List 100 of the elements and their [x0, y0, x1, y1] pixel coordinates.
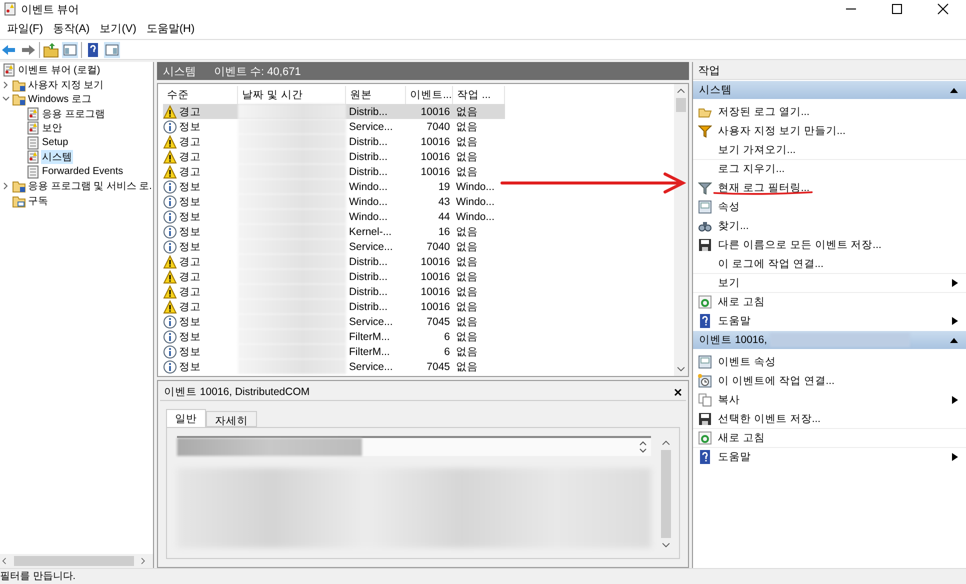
action-item[interactable]: 이 이벤트에 작업 연결... [718, 374, 835, 388]
table-cell-text: 10016 [420, 270, 451, 284]
action-item[interactable]: 찾기... [718, 218, 749, 232]
tab[interactable]: 일반 [166, 409, 206, 427]
table-cell-text: 10016 [420, 254, 451, 269]
scrollbar-thumb[interactable] [661, 450, 671, 538]
table-cell-text: 43 [437, 194, 451, 209]
table-cell-text: 10016 [420, 164, 451, 179]
warning-icon [163, 254, 177, 268]
table-cell-text: Windo... [455, 210, 496, 224]
action-item[interactable]: 저장된 로그 열기... [718, 104, 810, 118]
tree-item[interactable]: Setup [41, 137, 70, 148]
table-cell-text: 10016 [420, 104, 451, 119]
submenu-arrow-icon [952, 453, 958, 461]
help-icon [698, 450, 712, 464]
folder-icon [12, 78, 26, 92]
tree-item[interactable]: 응용 프로그램 및 서비스 로. [27, 179, 153, 194]
table-cell-text: 7045 [426, 314, 451, 329]
warning-icon [163, 134, 177, 148]
tree-item[interactable]: 보안 [41, 121, 63, 136]
log-icon [26, 164, 40, 179]
level-text: 정보 [179, 180, 201, 194]
table-cell-text: 7040 [426, 240, 451, 254]
action-item[interactable]: 도움말 [718, 314, 751, 328]
tree-item[interactable]: 구독 [27, 194, 49, 208]
event-row[interactable]: 경고 Distrib... 10016 없음 [163, 104, 505, 119]
info-icon [163, 210, 177, 224]
scrollbar-thumb[interactable] [14, 556, 134, 566]
action-item[interactable]: 사용자 지정 보기 만들기... [718, 124, 846, 138]
level-text: 정보 [179, 194, 201, 208]
table-cell-text: Service... [348, 314, 394, 329]
tree-item[interactable]: 시스템 [41, 150, 73, 164]
collapse-caret-icon[interactable] [950, 337, 958, 343]
action-item[interactable]: 다른 이름으로 모든 이벤트 저장... [718, 238, 882, 252]
menu-item[interactable]: 파일(F) [2, 21, 48, 36]
menu-item[interactable]: 도움말(H) [141, 21, 200, 36]
log-icon [26, 106, 40, 121]
action-item[interactable]: 이 로그에 작업 연결... [718, 256, 824, 270]
table-cell-text: FilterM... [348, 330, 391, 344]
level-text: 경고 [179, 104, 201, 118]
menu-item[interactable]: 동작(A) [48, 21, 95, 36]
action-item[interactable]: 보기 [718, 276, 740, 290]
tree-item[interactable]: 응용 프로그램 [41, 106, 106, 121]
submenu-arrow-icon [952, 316, 958, 324]
panel-icon[interactable] [104, 42, 120, 58]
action-item[interactable]: 보기 가져오기... [718, 142, 796, 156]
panel-icon[interactable] [62, 42, 78, 58]
table-cell-text: Distrib... [348, 164, 389, 179]
action-item[interactable]: 현재 로그 필터링... [718, 180, 810, 194]
tree-item[interactable]: 사용자 지정 보기 [27, 78, 105, 92]
table-cell-text: 없음 [455, 164, 479, 179]
action-item[interactable]: 로그 지우기... [718, 162, 785, 176]
tree-item[interactable]: 이벤트 뷰어 (로컬) [17, 63, 102, 78]
tab[interactable]: 자세히 [206, 411, 257, 427]
action-item[interactable]: 이벤트 속성 [718, 354, 776, 368]
warning-icon [163, 104, 177, 118]
table-cell-text: 없음 [455, 344, 479, 359]
log-title: 시스템 [163, 64, 196, 78]
info-icon [163, 180, 177, 194]
action-item[interactable]: 도움말 [718, 450, 751, 464]
scrollbar-thumb[interactable] [676, 98, 686, 112]
log-icon [26, 121, 40, 136]
level-text: 정보 [179, 314, 201, 328]
text-field[interactable] [177, 436, 651, 456]
status-text: 필터를 만듭니다. [0, 570, 77, 584]
help-icon [698, 314, 712, 328]
info-icon [163, 240, 177, 254]
table-cell-text: 44 [437, 210, 451, 224]
table-cell-text: 7045 [426, 360, 451, 374]
refresh-icon [698, 431, 712, 445]
table-cell-text: 없음 [455, 330, 479, 344]
collapse-caret-icon[interactable] [950, 87, 958, 93]
warning-icon [163, 164, 177, 178]
help-icon[interactable] [85, 42, 101, 58]
tree-item[interactable]: Windows 로그 [27, 92, 92, 106]
info-icon [163, 194, 177, 208]
table-cell-text: Distrib... [348, 134, 389, 149]
section-header[interactable]: 시스템 [693, 81, 966, 99]
action-item[interactable]: 복사 [718, 392, 740, 406]
table-cell-text: Kernel-... [348, 224, 393, 239]
action-item[interactable]: 속성 [718, 200, 740, 214]
action-item[interactable]: 선택한 이벤트 저장... [718, 412, 821, 426]
info-icon [163, 360, 177, 374]
table-cell-text: 없음 [455, 134, 479, 149]
action-item[interactable]: 새로 고침 [718, 295, 765, 309]
level-text: 정보 [179, 240, 201, 254]
action-item[interactable]: 새로 고침 [718, 431, 765, 445]
folder-icon [12, 179, 26, 194]
section-title: 이벤트 10016, [699, 333, 768, 347]
level-text: 경고 [179, 300, 201, 314]
folder-up-icon[interactable] [43, 42, 59, 58]
table-cell-text: 없음 [455, 104, 479, 119]
menu-item[interactable]: 보기(V) [94, 21, 142, 36]
section-header[interactable]: 이벤트 10016, [693, 331, 966, 349]
level-text: 경고 [179, 254, 201, 268]
spin-arrows-icon[interactable] [639, 439, 647, 455]
tree-item[interactable]: Forwarded Events [41, 166, 124, 178]
info-icon [163, 224, 177, 238]
event-count: 이벤트 수: 40,671 [214, 64, 301, 78]
close-button[interactable]: × [674, 384, 682, 398]
